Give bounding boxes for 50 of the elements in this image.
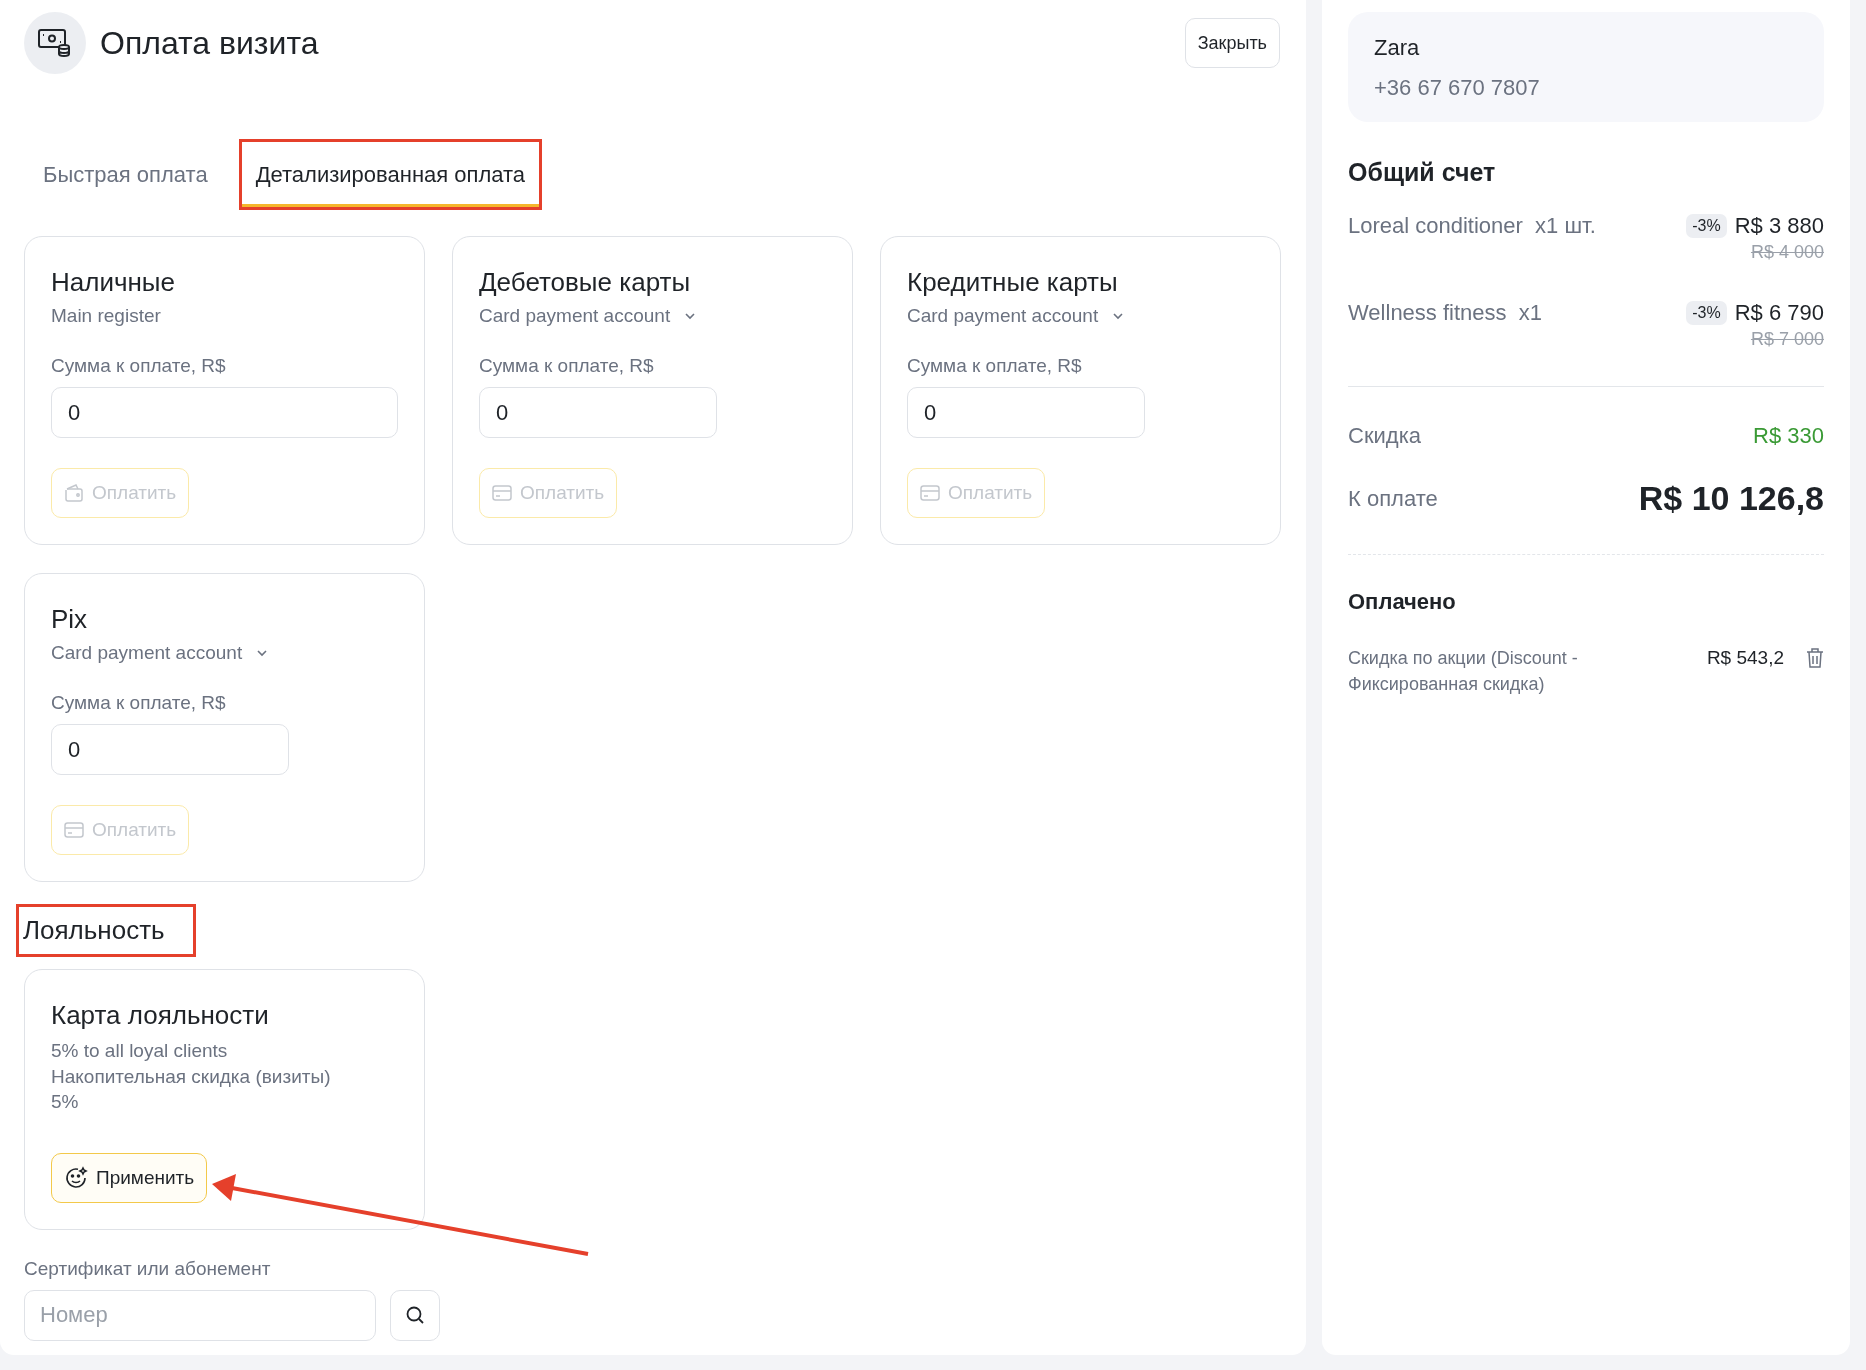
search-icon bbox=[405, 1305, 425, 1325]
paid-amount: R$ 543,2 bbox=[1706, 646, 1784, 670]
page-title: Оплата визита bbox=[100, 24, 319, 62]
loyalty-card-title: Карта лояльности bbox=[51, 999, 270, 1032]
paid-description: Скидка по акции (Discount - Фиксированная скидка) bbox=[1348, 647, 1579, 696]
method-title: Наличные bbox=[51, 266, 176, 299]
card-icon bbox=[64, 822, 84, 838]
field-label: Сумма к оплате, R$ bbox=[907, 354, 1083, 378]
loyalty-detail: 5% bbox=[51, 1090, 80, 1114]
search-button[interactable] bbox=[390, 1289, 440, 1341]
bill-title: Общий счет bbox=[1348, 157, 1497, 188]
method-title: Дебетовые карты bbox=[479, 266, 692, 299]
trash-icon[interactable] bbox=[1806, 647, 1824, 669]
total-value: R$ 10 126,8 bbox=[1638, 479, 1824, 518]
wallet-icon bbox=[64, 484, 84, 502]
field-label: Сумма к оплате, R$ bbox=[51, 691, 227, 715]
item-price: R$ 6 790 bbox=[1734, 299, 1824, 327]
tab[interactable]: Детализированная оплата bbox=[241, 142, 540, 207]
field-label: Сумма к оплате, R$ bbox=[51, 354, 227, 378]
method-title: Кредитные карты bbox=[907, 266, 1119, 299]
smile-sparkle-icon bbox=[64, 1165, 88, 1190]
client-phone: +36 67 670 7807 bbox=[1374, 74, 1541, 102]
section-heading: Лояльность bbox=[23, 915, 165, 946]
item-price: R$ 3 880 bbox=[1734, 212, 1824, 240]
field-label: Сертификат или абонемент bbox=[24, 1256, 272, 1281]
client-name: Zara bbox=[1374, 34, 1421, 62]
discount-value: R$ 330 bbox=[1753, 423, 1824, 449]
tab[interactable]: Быстрая оплата bbox=[29, 142, 222, 207]
item-name: Wellness fitness x1 bbox=[1348, 299, 1542, 327]
discount-badge: -3% bbox=[1686, 301, 1727, 325]
old-price: R$ 7 000 bbox=[1750, 329, 1824, 350]
card-icon bbox=[492, 485, 512, 501]
loyalty-detail: Накопительная скидка (визиты) bbox=[51, 1064, 332, 1089]
total-label: К оплате bbox=[1348, 485, 1438, 512]
apply-button[interactable]: Применить bbox=[51, 1152, 208, 1203]
card-icon bbox=[920, 485, 940, 501]
chevron-down-icon bbox=[1112, 312, 1125, 320]
item-name: Loreal conditioner x1 шт. bbox=[1348, 212, 1596, 240]
account-name: Main register bbox=[51, 304, 161, 328]
discount-label: Скидка bbox=[1348, 423, 1421, 449]
certificate-input[interactable]: Номер bbox=[24, 1289, 376, 1341]
chevron-down-icon bbox=[684, 312, 697, 320]
loyalty-detail: 5% to all loyal clients bbox=[51, 1039, 229, 1063]
discount-badge: -3% bbox=[1686, 214, 1727, 238]
old-price: R$ 4 000 bbox=[1750, 242, 1824, 263]
close-button[interactable]: Закрыть bbox=[1184, 18, 1280, 68]
method-title: Pix bbox=[51, 603, 89, 636]
chevron-down-icon bbox=[256, 649, 269, 657]
paid-title: Оплачено bbox=[1348, 589, 1457, 615]
field-label: Сумма к оплате, R$ bbox=[479, 354, 655, 378]
